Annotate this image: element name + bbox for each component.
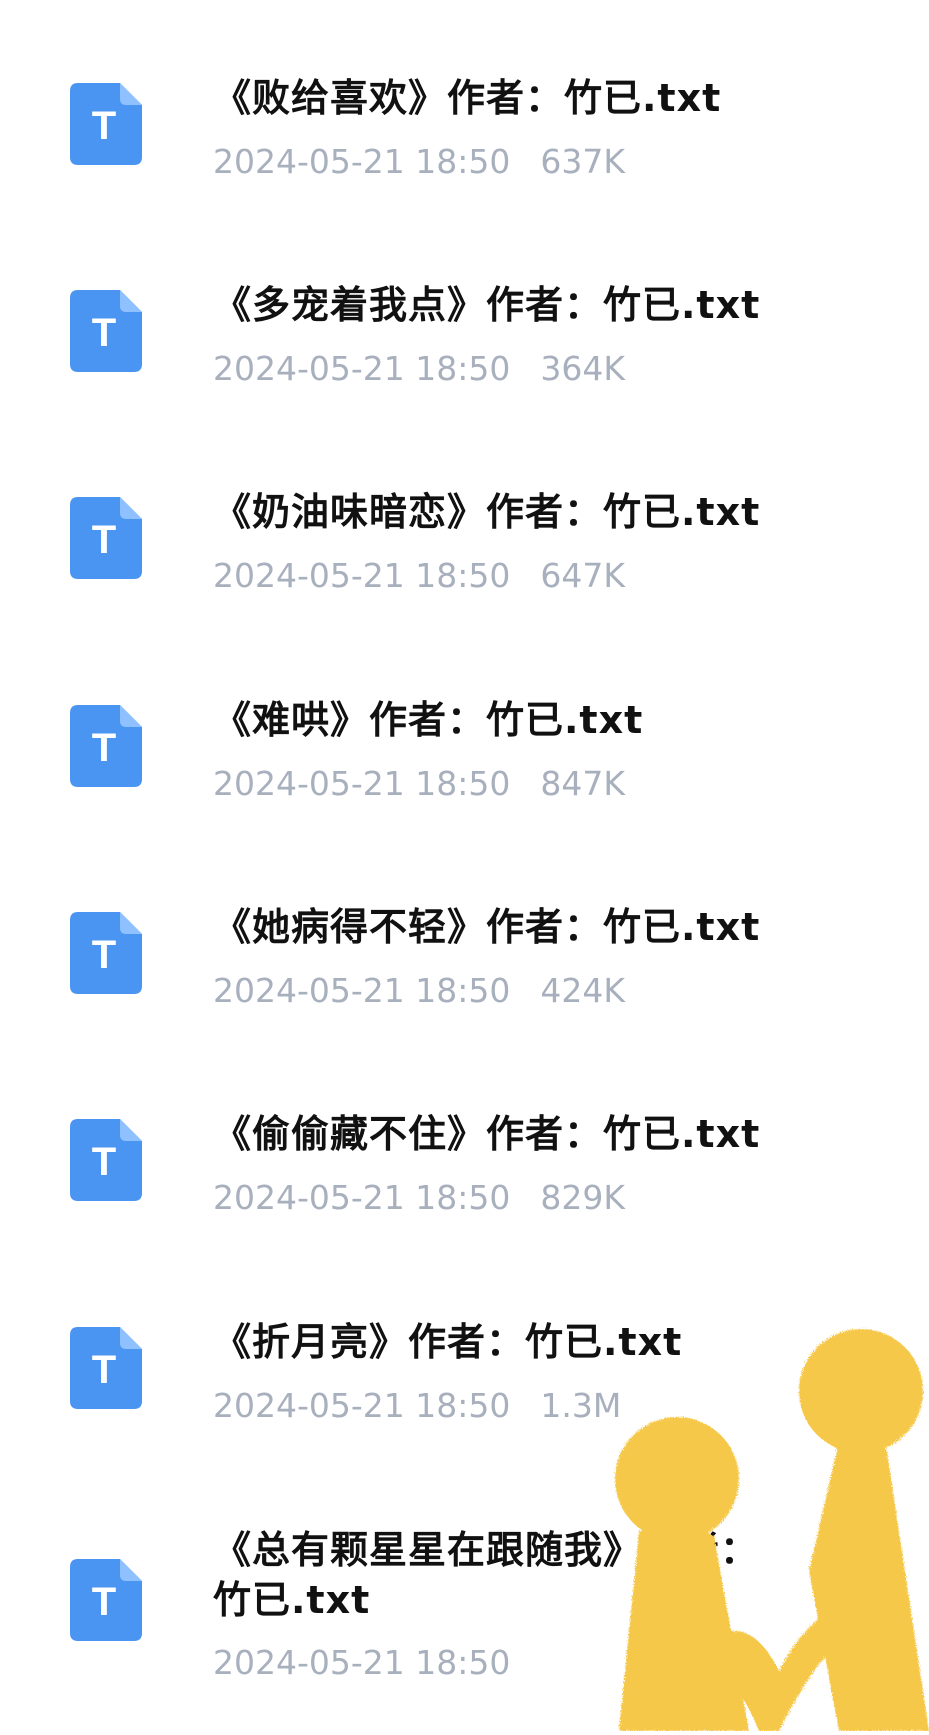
text-file-icon: T	[70, 1119, 142, 1201]
file-name: 《总有颗星星在跟随我》作者：竹已.txt	[213, 1528, 760, 1622]
file-date: 2024-05-21 18:50	[213, 764, 511, 803]
svg-text:T: T	[92, 1140, 116, 1184]
file-name: 《偷偷藏不住》作者：竹已.txt	[213, 1112, 761, 1156]
svg-text:T: T	[92, 1348, 116, 1392]
text-file-icon: T	[70, 497, 142, 579]
svg-text:T: T	[92, 518, 116, 562]
file-meta: 2024-05-21 18:50 647K	[213, 556, 625, 596]
file-meta: 2024-05-21 18:50	[213, 1643, 540, 1683]
text-file-icon: T	[70, 1559, 142, 1641]
file-list: T 《败给喜欢》作者：竹已.txt 2024-05-21 18:50 637K T…	[0, 0, 929, 1731]
file-meta: 2024-05-21 18:50 1.3M	[213, 1386, 621, 1426]
file-size: 424K	[540, 971, 626, 1010]
file-date: 2024-05-21 18:50	[213, 971, 511, 1010]
file-meta: 2024-05-21 18:50 424K	[213, 971, 625, 1011]
file-meta: 2024-05-21 18:50 847K	[213, 764, 625, 804]
file-name: 《折月亮》作者：竹已.txt	[213, 1320, 683, 1364]
file-meta: 2024-05-21 18:50 364K	[213, 349, 625, 389]
file-date: 2024-05-21 18:50	[213, 556, 511, 595]
text-file-icon: T	[70, 705, 142, 787]
file-date: 2024-05-21 18:50	[213, 1178, 511, 1217]
text-file-icon: T	[70, 1327, 142, 1409]
text-file-icon: T	[70, 83, 142, 165]
file-name: 《她病得不轻》作者：竹已.txt	[213, 905, 761, 949]
svg-text:T: T	[92, 104, 116, 148]
file-date: 2024-05-21 18:50	[213, 349, 511, 388]
file-name: 《难哄》作者：竹已.txt	[213, 698, 644, 742]
text-file-icon: T	[70, 912, 142, 994]
file-meta: 2024-05-21 18:50 829K	[213, 1178, 625, 1218]
file-date: 2024-05-21 18:50	[213, 1386, 511, 1425]
svg-text:T: T	[92, 1580, 116, 1624]
svg-text:T: T	[92, 933, 116, 977]
file-date: 2024-05-21 18:50	[213, 1643, 511, 1682]
text-file-icon: T	[70, 290, 142, 372]
file-meta: 2024-05-21 18:50 637K	[213, 142, 625, 182]
file-name: 《多宠着我点》作者：竹已.txt	[213, 283, 761, 327]
file-name: 《败给喜欢》作者：竹已.txt	[213, 76, 722, 120]
file-size: 847K	[540, 764, 626, 803]
file-size: 829K	[540, 1178, 626, 1217]
file-name: 《奶油味暗恋》作者：竹已.txt	[213, 490, 761, 534]
file-size: 637K	[540, 142, 626, 181]
svg-text:T: T	[92, 726, 116, 770]
file-date: 2024-05-21 18:50	[213, 142, 511, 181]
file-size: 647K	[540, 556, 626, 595]
svg-text:T: T	[92, 311, 116, 355]
file-size: 1.3M	[540, 1386, 622, 1425]
file-size: 364K	[540, 349, 626, 388]
